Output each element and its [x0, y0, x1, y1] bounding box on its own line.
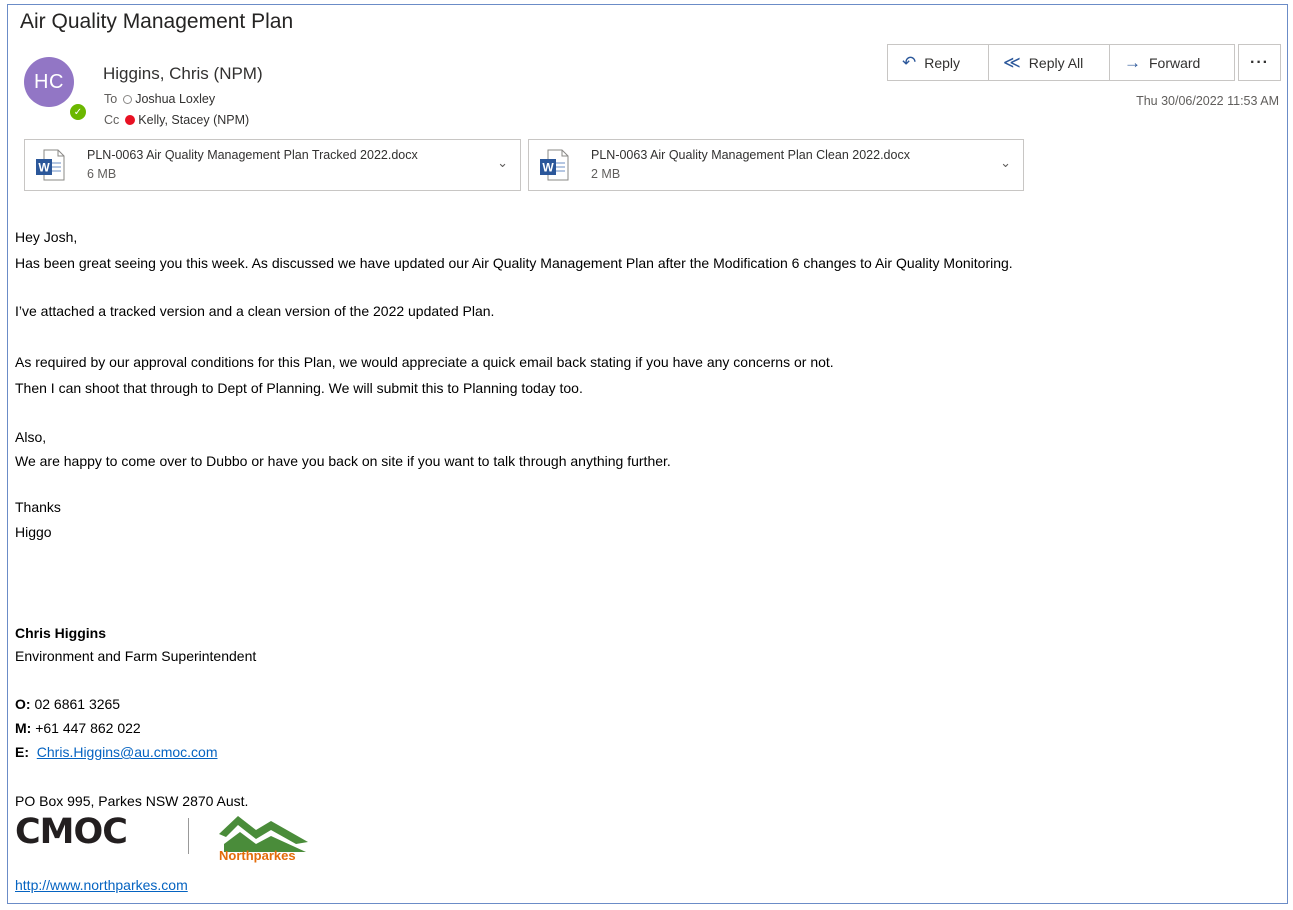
to-line: To Joshua Loxley — [104, 92, 215, 106]
reply-button[interactable]: ↶ Reply — [888, 45, 989, 80]
attachment-size: 6 MB — [87, 167, 117, 181]
signature-mobile: M: +61 447 862 022 — [15, 720, 141, 736]
signature-address: PO Box 995, Parkes NSW 2870 Aust. — [15, 793, 249, 809]
svg-text:W: W — [38, 161, 50, 175]
to-label: To — [104, 92, 118, 106]
body-paragraph: We are happy to come over to Dubbo or ha… — [15, 453, 671, 469]
website-link[interactable]: http://www.northparkes.com — [15, 877, 188, 893]
website-line: http://www.northparkes.com — [15, 877, 188, 893]
forward-icon: → — [1124, 52, 1141, 72]
reply-all-label: Reply All — [1028, 54, 1084, 71]
email-link[interactable]: Chris.Higgins@au.cmoc.com — [37, 744, 218, 760]
reply-all-button[interactable]: ≪ Reply All — [989, 45, 1110, 80]
chevron-down-icon[interactable]: ⌄ — [497, 155, 508, 171]
signature-title: Environment and Farm Superintendent — [15, 648, 257, 664]
body-paragraph: I’ve attached a tracked version and a cl… — [15, 303, 495, 319]
response-actions: ↶ Reply ≪ Reply All → Forward — [887, 44, 1235, 81]
body-paragraph: Also, — [15, 429, 47, 445]
forward-button[interactable]: → Forward — [1110, 45, 1234, 80]
cmoc-logo: CMOC — [15, 812, 128, 852]
sent-date: Thu 30/06/2022 11:53 AM — [1136, 94, 1279, 108]
greeting: Hey Josh, — [15, 229, 78, 245]
email-subject: Air Quality Management Plan — [20, 10, 294, 33]
reply-label: Reply — [924, 54, 961, 71]
attachment-card[interactable]: W PLN-0063 Air Quality Management Plan T… — [24, 139, 521, 191]
email-label: E: — [15, 744, 29, 760]
word-doc-icon: W — [36, 149, 65, 181]
body-paragraph: As required by our approval conditions f… — [15, 354, 834, 370]
office-label: O: — [15, 696, 31, 712]
attachment-size: 2 MB — [591, 167, 621, 181]
signature-office: O: 02 6861 3265 — [15, 696, 120, 712]
presence-available-icon: ✓ — [68, 102, 88, 122]
reply-icon: ↶ — [902, 52, 917, 72]
attachment-name: PLN-0063 Air Quality Management Plan Cle… — [591, 148, 910, 162]
cc-label: Cc — [104, 113, 120, 127]
svg-text:W: W — [542, 161, 554, 175]
mobile-phone: +61 447 862 022 — [35, 720, 141, 736]
closing: Thanks — [15, 499, 61, 515]
office-phone: 02 6861 3265 — [34, 696, 121, 712]
body-paragraph: Then I can shoot that through to Dept of… — [15, 380, 583, 396]
attachment-name: PLN-0063 Air Quality Management Plan Tra… — [87, 148, 418, 162]
presence-busy-icon — [125, 115, 136, 125]
signature-name: Chris Higgins — [15, 625, 107, 641]
word-doc-icon: W — [540, 149, 569, 181]
logo-divider — [188, 818, 189, 854]
reply-all-icon: ≪ — [1003, 52, 1021, 72]
attachment-card[interactable]: W PLN-0063 Air Quality Management Plan C… — [528, 139, 1024, 191]
presence-unknown-icon — [123, 95, 133, 104]
sender-name[interactable]: Higgins, Chris (NPM) — [103, 64, 263, 84]
sender-avatar[interactable]: HC — [24, 57, 74, 107]
more-actions-button[interactable]: ··· — [1238, 44, 1281, 81]
cc-recipient[interactable]: Kelly, Stacey (NPM) — [138, 113, 249, 127]
signature-email: E: Chris.Higgins@au.cmoc.com — [15, 744, 218, 760]
body-paragraph: Has been great seeing you this week. As … — [15, 255, 1013, 271]
sign-off: Higgo — [15, 524, 52, 540]
cc-line: Cc Kelly, Stacey (NPM) — [104, 113, 249, 127]
forward-label: Forward — [1149, 54, 1201, 71]
chevron-down-icon[interactable]: ⌄ — [1000, 155, 1011, 171]
northparkes-logo-text: Northparkes — [219, 848, 296, 863]
mobile-label: M: — [15, 720, 32, 736]
to-recipient[interactable]: Joshua Loxley — [135, 92, 215, 106]
